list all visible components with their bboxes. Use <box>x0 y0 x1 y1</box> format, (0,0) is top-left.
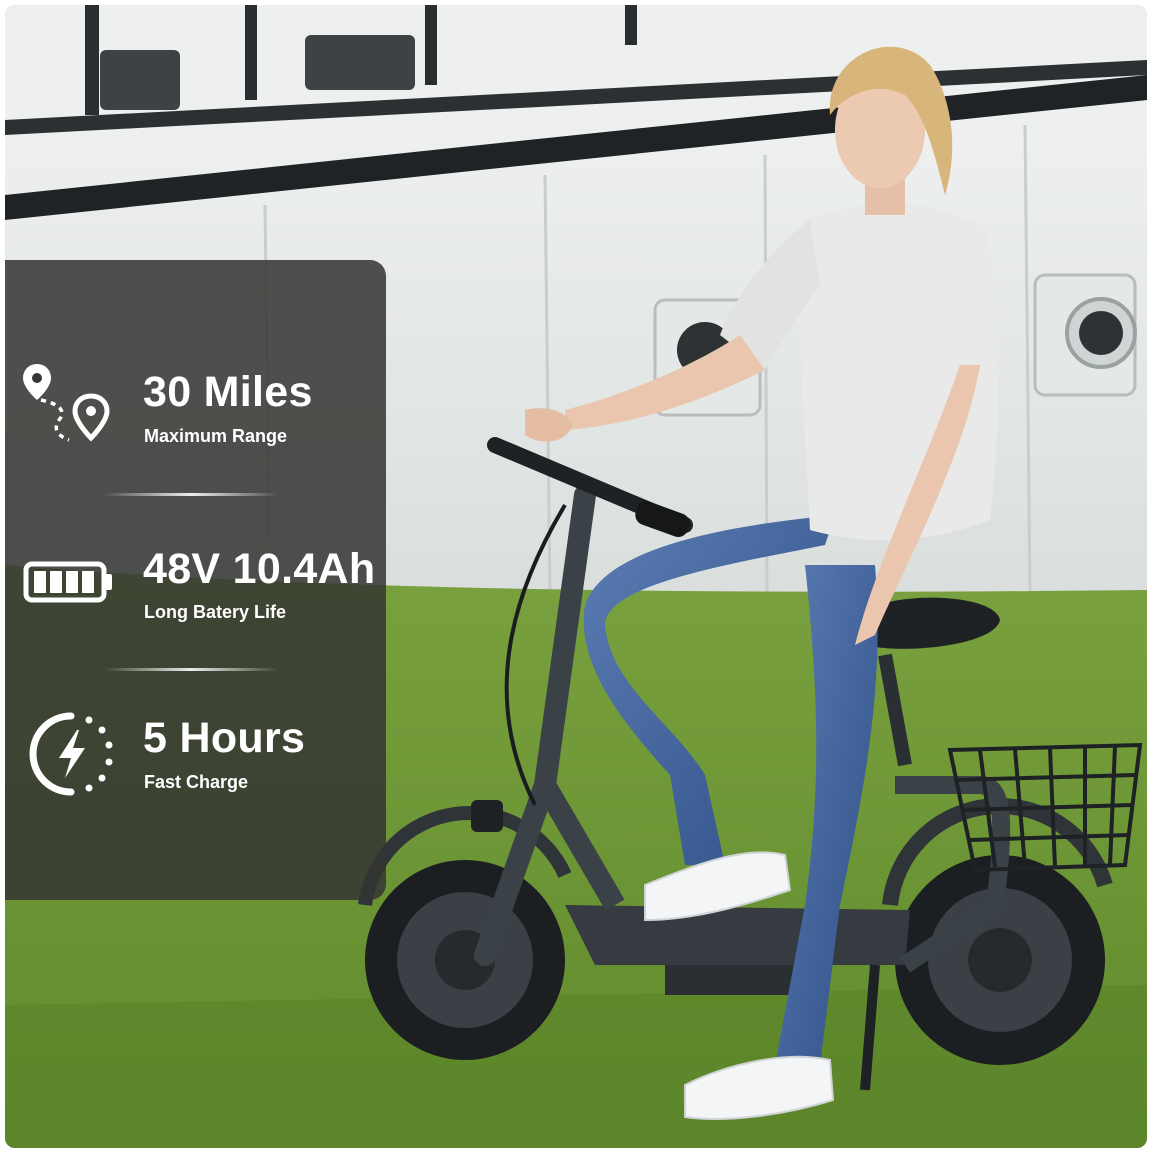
porthole <box>1033 273 1137 397</box>
divider <box>103 493 279 496</box>
feature-subtitle: Fast Charge <box>144 772 249 792</box>
feature-title: 5 Hours <box>143 714 306 762</box>
product-image: 30 Miles Maximum Range 48V 10.4Ah Long B… <box>5 5 1147 1148</box>
specs-panel: 30 Miles Maximum Range 48V 10.4Ah Long B… <box>5 260 386 900</box>
divider <box>103 668 279 671</box>
feature-subtitle: Maximum Range <box>144 426 288 446</box>
fast-charge-icon <box>29 712 113 796</box>
battery-icon <box>23 561 112 603</box>
feature-subtitle: Long Batery Life <box>144 602 287 622</box>
feature-title: 48V 10.4Ah <box>143 545 376 593</box>
feature-title: 30 Miles <box>143 368 313 416</box>
route-pin-icon <box>23 364 110 442</box>
